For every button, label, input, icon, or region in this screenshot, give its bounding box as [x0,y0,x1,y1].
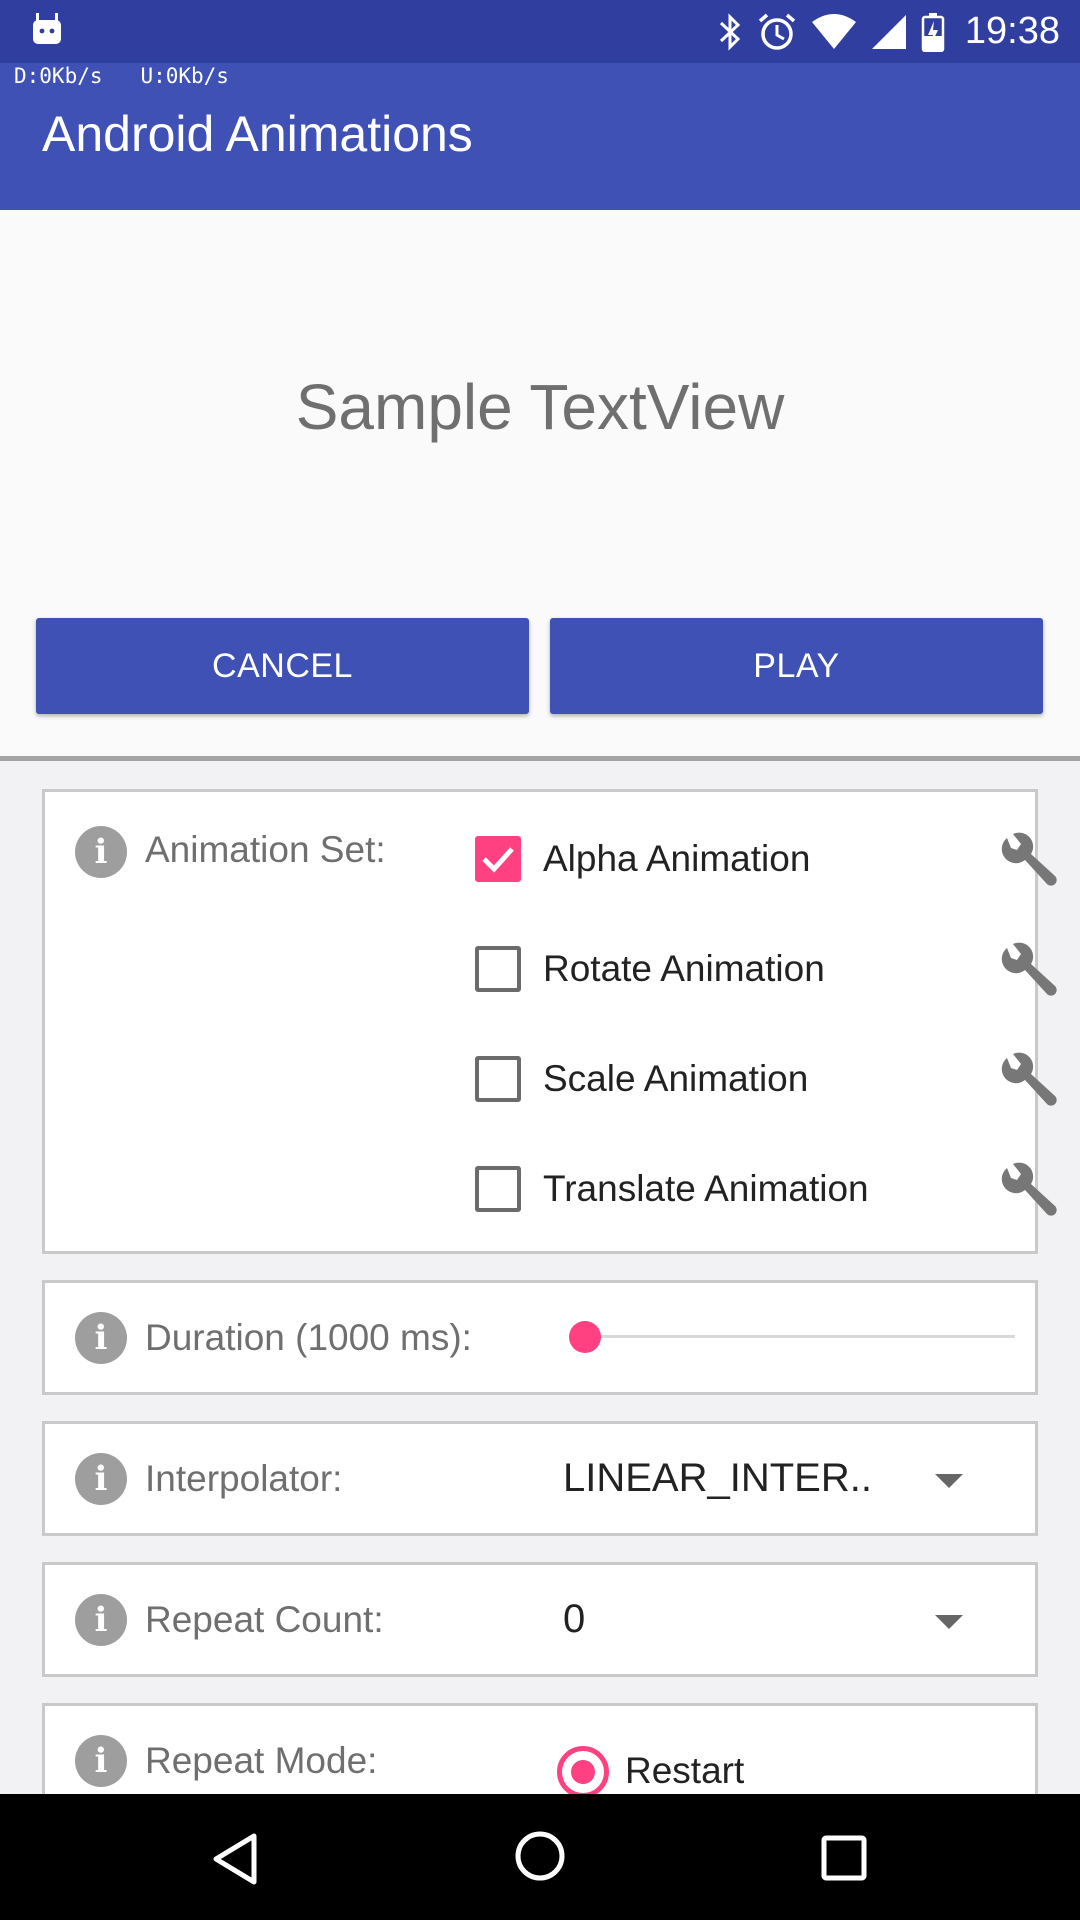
download-speed: D:0Kb/s [14,64,103,88]
checkbox-translate[interactable] [475,1166,521,1212]
repeat-count-spinner[interactable]: 0 [563,1597,585,1642]
upload-speed: U:0Kb/s [140,64,229,88]
animation-set-label: Animation Set: [145,829,386,870]
checkbox-rotate[interactable] [475,946,521,992]
chevron-down-icon[interactable] [935,1474,963,1488]
recents-icon[interactable] [820,1834,868,1882]
info-icon[interactable]: i [75,1312,127,1364]
wrench-icon[interactable] [995,1048,1061,1114]
alarm-icon [758,13,796,50]
animation-label-scale: Scale Animation [543,1058,809,1099]
interpolator-spinner[interactable]: LINEAR_INTER.. [563,1456,872,1501]
radio-restart-label: Restart [625,1750,745,1791]
checkbox-scale[interactable] [475,1056,521,1102]
sample-textview: Sample TextView [295,371,785,443]
animation-option-scale[interactable]: Scale Animation [475,1052,1057,1112]
info-icon[interactable]: i [75,1735,127,1787]
play-button[interactable]: PLAY [550,618,1043,714]
android-robot-icon [33,13,61,44]
cancel-button[interactable]: CANCEL [36,618,529,714]
animation-option-rotate[interactable]: Rotate Animation [475,942,1057,1002]
wifi-icon [811,13,856,49]
animation-option-translate[interactable]: Translate Animation [475,1162,1057,1222]
checkbox-alpha[interactable] [475,836,521,882]
net-speed: D:0Kb/s U:0Kb/s [14,64,229,88]
radio-restart[interactable] [557,1746,609,1798]
preview-area: Sample TextView CANCEL PLAY [0,210,1080,756]
check-icon [482,847,514,873]
animation-option-alpha[interactable]: Alpha Animation [475,832,1057,892]
wrench-icon[interactable] [995,828,1061,894]
signal-icon [871,14,906,49]
clock: 19:38 [964,10,1060,52]
duration-slider-thumb[interactable] [569,1321,601,1353]
wrench-icon[interactable] [995,938,1061,1004]
home-icon[interactable] [514,1830,566,1882]
navigation-bar [0,1794,1080,1920]
info-icon[interactable]: i [75,1453,127,1505]
animation-set-card: i Animation Set: Alpha Animation Rotate … [42,789,1057,1254]
duration-card: i Duration (1000 ms): [42,1280,1038,1395]
repeat-mode-label: Repeat Mode: [145,1740,378,1781]
duration-label: Duration (1000 ms): [145,1317,472,1358]
info-icon[interactable]: i [75,1594,127,1646]
interpolator-label: Interpolator: [145,1458,343,1499]
animation-label-translate: Translate Animation [543,1168,869,1209]
bluetooth-icon [719,12,741,51]
app-title: Android Animations [42,106,473,162]
info-icon[interactable]: i [75,826,127,878]
chevron-down-icon[interactable] [935,1615,963,1629]
status-bar: 19:38 [0,0,1080,63]
divider [0,756,1080,761]
repeat-count-label: Repeat Count: [145,1599,384,1640]
wrench-icon[interactable] [995,1158,1061,1224]
back-icon[interactable] [210,1832,260,1886]
repeat-count-card: i Repeat Count: 0 [42,1562,1038,1677]
animation-label-rotate: Rotate Animation [543,948,825,989]
battery-charging-icon [921,12,945,52]
interpolator-card: i Interpolator: LINEAR_INTER.. [42,1421,1038,1536]
animation-label-alpha: Alpha Animation [543,838,811,879]
duration-slider-track[interactable] [585,1335,1015,1338]
